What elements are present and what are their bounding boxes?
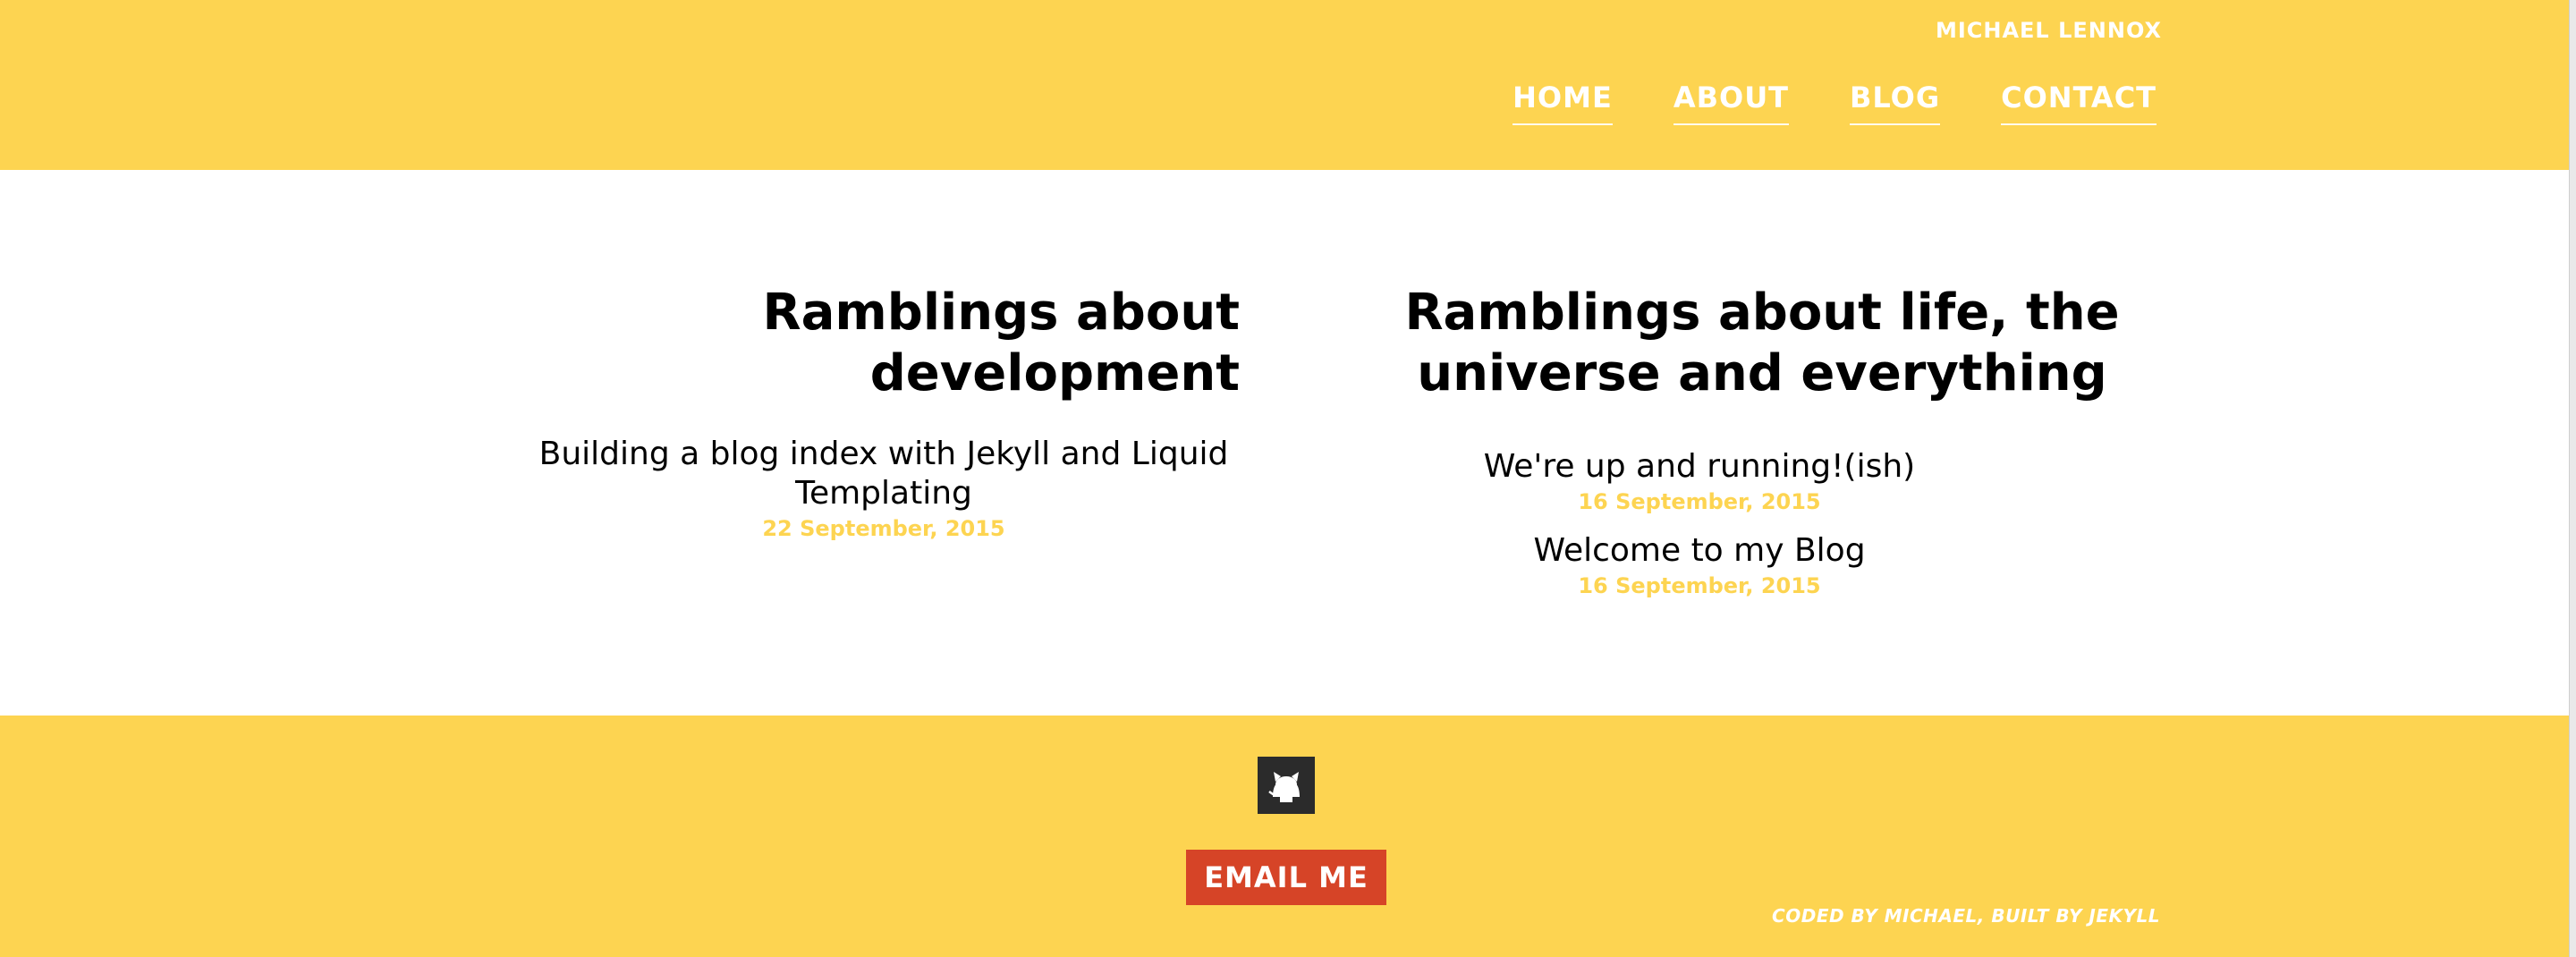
main-content: Ramblings about development Building a b… <box>0 170 2570 716</box>
github-icon[interactable] <box>1258 757 1315 814</box>
post-date: 16 September, 2015 <box>1578 489 1821 514</box>
email-me-button[interactable]: EMAIL ME <box>1186 850 1386 905</box>
section-title-life: Ramblings about life, the universe and e… <box>1404 284 2120 402</box>
site-name[interactable]: MICHAEL LENNOX <box>1936 18 2162 43</box>
post-title-link[interactable]: We're up and running!(ish) <box>1422 447 1977 487</box>
post-item: Building a blog index with Jekyll and Li… <box>517 435 1250 542</box>
section-title-development: Ramblings about development <box>762 284 1240 402</box>
site-footer: EMAIL ME CODED BY MICHAEL, BUILT BY JEKY… <box>0 716 2570 957</box>
nav-contact[interactable]: CONTACT <box>2001 80 2157 125</box>
nav-about[interactable]: ABOUT <box>1673 80 1789 125</box>
footer-credit: CODED BY MICHAEL, BUILT BY JEKYLL <box>1772 905 2160 927</box>
post-title-link[interactable]: Welcome to my Blog <box>1422 531 1977 571</box>
site-header: MICHAEL LENNOX HOME ABOUT BLOG CONTACT <box>0 0 2570 170</box>
post-item: Welcome to my Blog 16 September, 2015 <box>1422 531 1977 599</box>
post-item: We're up and running!(ish) 16 September,… <box>1422 447 1977 515</box>
main-nav: HOME ABOUT BLOG CONTACT <box>1513 80 2157 125</box>
nav-blog[interactable]: BLOG <box>1850 80 1941 125</box>
post-date: 16 September, 2015 <box>1578 573 1821 598</box>
post-title-link[interactable]: Building a blog index with Jekyll and Li… <box>517 435 1250 513</box>
window-scrollbar[interactable] <box>2569 0 2576 957</box>
nav-home[interactable]: HOME <box>1513 80 1613 125</box>
post-date: 22 September, 2015 <box>762 516 1005 541</box>
